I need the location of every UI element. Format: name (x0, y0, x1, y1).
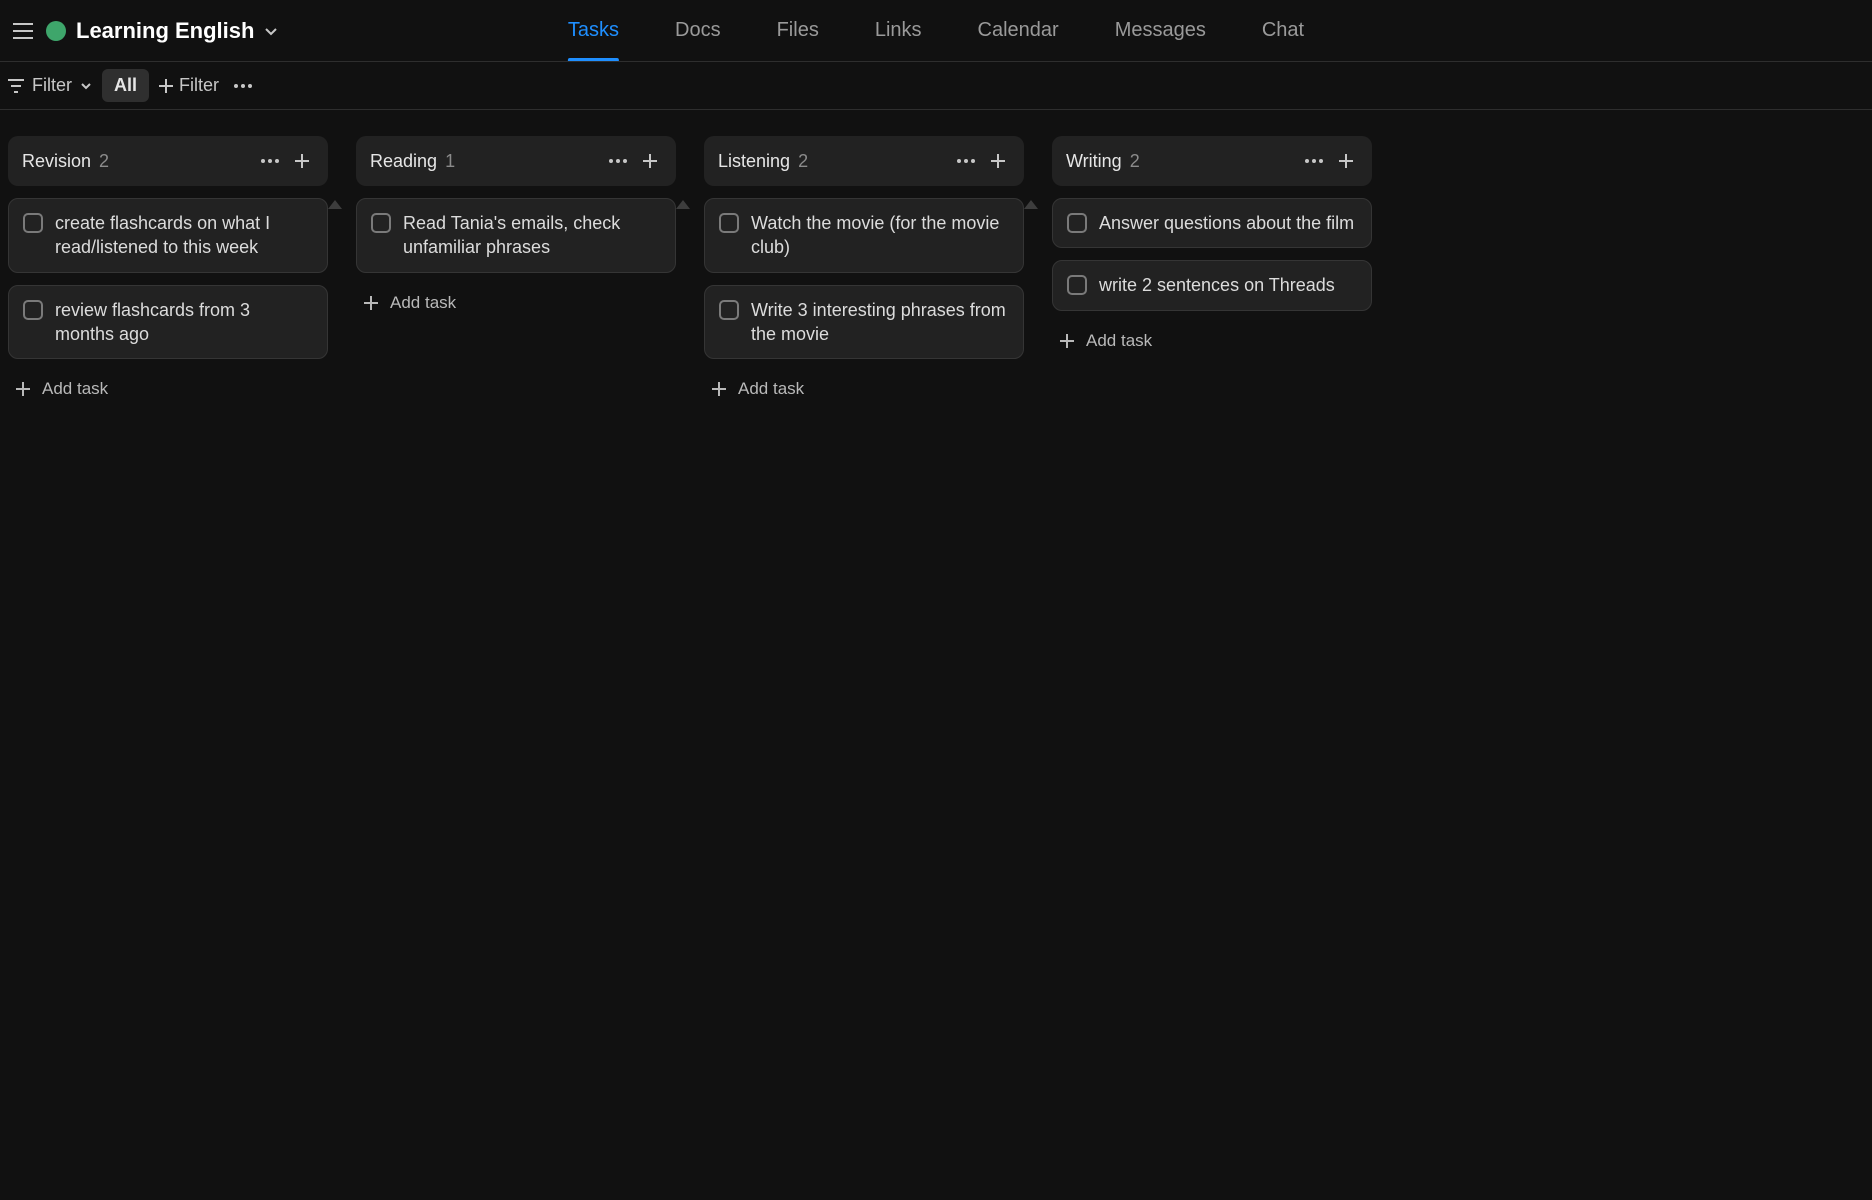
task-checkbox[interactable] (23, 300, 43, 320)
column-insert-indicator (328, 200, 342, 209)
kanban-board: Revision 2 create flashcards on what I rea… (0, 110, 1872, 407)
column-more-button[interactable] (1302, 149, 1326, 173)
project-title: Learning English (76, 18, 254, 44)
add-task-button[interactable]: Add task (704, 371, 1024, 407)
task-card[interactable]: Write 3 interesting phrases from the mov… (704, 285, 1024, 360)
tab-calendar[interactable]: Calendar (978, 0, 1059, 61)
column-revision: Revision 2 create flashcards on what I rea… (8, 136, 328, 407)
task-card[interactable]: Read Tania's emails, check unfamiliar ph… (356, 198, 676, 273)
add-task-label: Add task (42, 379, 108, 399)
column-insert-indicator (1024, 200, 1038, 209)
task-checkbox[interactable] (1067, 213, 1087, 233)
task-checkbox[interactable] (719, 213, 739, 233)
hamburger-icon (13, 23, 33, 39)
task-card[interactable]: create flashcards on what I read/listene… (8, 198, 328, 273)
add-task-button[interactable]: Add task (8, 371, 328, 407)
column-add-button[interactable] (638, 149, 662, 173)
column-count: 1 (445, 151, 455, 172)
column-count: 2 (99, 151, 109, 172)
add-filter-label: Filter (179, 75, 219, 96)
tab-links[interactable]: Links (875, 0, 922, 61)
column-count: 2 (798, 151, 808, 172)
task-title: Read Tania's emails, check unfamiliar ph… (403, 211, 661, 260)
task-checkbox[interactable] (23, 213, 43, 233)
filter-all-pill[interactable]: All (102, 69, 149, 102)
task-card[interactable]: Watch the movie (for the movie club) (704, 198, 1024, 273)
column-header[interactable]: Listening 2 (704, 136, 1024, 186)
column-add-button[interactable] (986, 149, 1010, 173)
column-more-button[interactable] (258, 149, 282, 173)
column-writing: Writing 2 Answer questions about the film w… (1052, 136, 1372, 407)
column-header[interactable]: Writing 2 (1052, 136, 1372, 186)
task-title: create flashcards on what I read/listene… (55, 211, 313, 260)
filter-label: Filter (32, 75, 72, 96)
column-title: Revision (22, 151, 91, 172)
task-title: Answer questions about the film (1099, 211, 1354, 235)
column-count: 2 (1130, 151, 1140, 172)
nav-tabs: Tasks Docs Files Links Calendar Messages Chat (568, 0, 1304, 61)
tab-chat[interactable]: Chat (1262, 0, 1304, 61)
task-title: Write 3 interesting phrases from the mov… (751, 298, 1009, 347)
column-more-button[interactable] (954, 149, 978, 173)
task-checkbox[interactable] (1067, 275, 1087, 295)
task-card[interactable]: Answer questions about the film (1052, 198, 1372, 248)
add-task-button[interactable]: Add task (1052, 323, 1372, 359)
column-header[interactable]: Revision 2 (8, 136, 328, 186)
column-add-button[interactable] (290, 149, 314, 173)
task-checkbox[interactable] (719, 300, 739, 320)
tab-docs[interactable]: Docs (675, 0, 721, 61)
column-header[interactable]: Reading 1 (356, 136, 676, 186)
add-task-label: Add task (390, 293, 456, 313)
add-task-label: Add task (738, 379, 804, 399)
project-selector[interactable]: Learning English (46, 18, 278, 44)
filter-more-button[interactable] (229, 72, 257, 100)
tab-files[interactable]: Files (777, 0, 819, 61)
column-reading: Reading 1 Read Tania's emails, check unfam… (356, 136, 676, 407)
task-title: review flashcards from 3 months ago (55, 298, 313, 347)
task-checkbox[interactable] (371, 213, 391, 233)
column-title: Listening (718, 151, 790, 172)
add-task-button[interactable]: Add task (356, 285, 676, 321)
tab-tasks[interactable]: Tasks (568, 0, 619, 61)
project-status-dot (46, 21, 66, 41)
task-card[interactable]: write 2 sentences on Threads (1052, 260, 1372, 310)
filter-bar: Filter All Filter (0, 62, 1872, 110)
column-add-button[interactable] (1334, 149, 1358, 173)
column-more-button[interactable] (606, 149, 630, 173)
chevron-down-icon (264, 24, 278, 38)
filter-dropdown[interactable]: Filter (8, 75, 92, 96)
tab-messages[interactable]: Messages (1115, 0, 1206, 61)
filter-icon (8, 79, 24, 93)
column-insert-indicator (676, 200, 690, 209)
menu-button[interactable] (4, 12, 42, 50)
chevron-down-icon (80, 80, 92, 92)
column-title: Writing (1066, 151, 1122, 172)
column-title: Reading (370, 151, 437, 172)
add-filter-button[interactable]: Filter (159, 75, 219, 96)
column-listening: Listening 2 Watch the movie (for the movie… (704, 136, 1024, 407)
task-title: write 2 sentences on Threads (1099, 273, 1335, 297)
more-icon (233, 83, 253, 89)
task-card[interactable]: review flashcards from 3 months ago (8, 285, 328, 360)
task-title: Watch the movie (for the movie club) (751, 211, 1009, 260)
top-bar: Learning English Tasks Docs Files Links Cale… (0, 0, 1872, 62)
plus-icon (159, 79, 173, 93)
add-task-label: Add task (1086, 331, 1152, 351)
